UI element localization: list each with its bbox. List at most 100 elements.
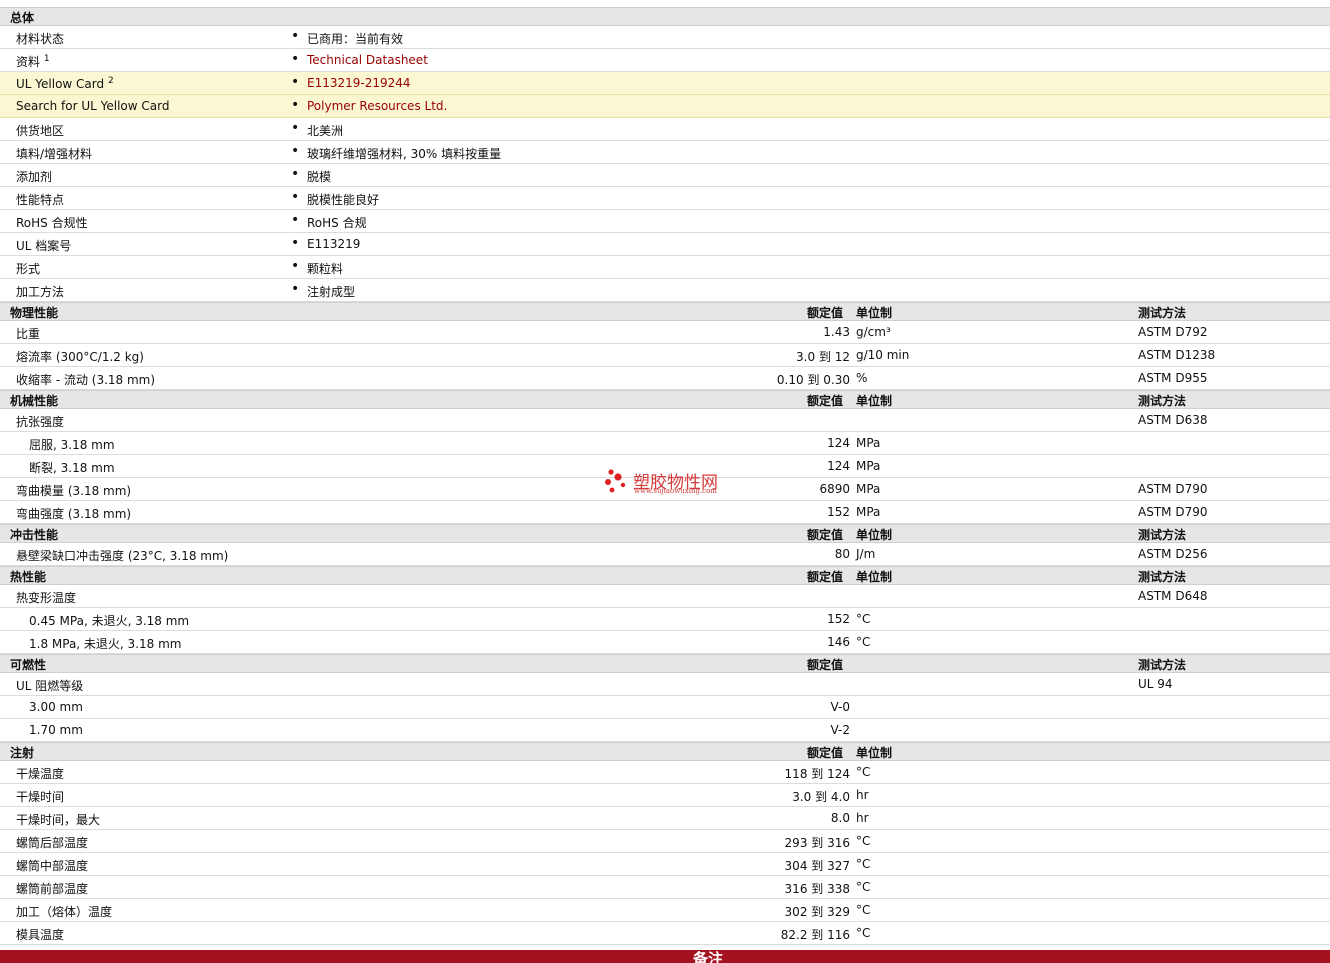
row-value-link[interactable]: Polymer Resources Ltd. <box>307 99 447 113</box>
column-header-rated: 额定值 <box>807 746 844 760</box>
section-title: 物理性能 <box>10 306 59 320</box>
section-header: 冲击性能 额定值 单位制 测试方法 <box>0 524 1330 543</box>
property-unit: °C <box>856 880 871 894</box>
row-label-text: 填料/增强材料 <box>16 147 93 161</box>
property-test-method: ASTM D792 <box>1138 325 1208 339</box>
column-header-rated: 额定值 <box>807 306 844 320</box>
property-row: 模具温度 82.2 到 116 °C <box>0 922 1330 945</box>
property-row: 屈服, 3.18 mm 124 MPa <box>0 432 1330 455</box>
section-header: 热性能 额定值 单位制 测试方法 <box>0 566 1330 585</box>
row-label: 供货地区 <box>16 122 64 139</box>
property-row: 干燥温度 118 到 124 °C <box>0 761 1330 784</box>
info-row: 形式 • 颗粒料 <box>0 256 1330 279</box>
info-row: 填料/增强材料 • 玻璃纤维增强材料, 30% 填料按重量 <box>0 141 1330 164</box>
property-unit: g/10 min <box>856 348 910 362</box>
section-header: 物理性能 额定值 单位制 测试方法 <box>0 302 1330 321</box>
property-test-method: UL 94 <box>1138 677 1173 691</box>
property-test-method: ASTM D1238 <box>1138 348 1216 362</box>
property-value: 124 <box>827 436 850 450</box>
row-label: UL 档案号 <box>16 237 71 254</box>
column-header-rated: 额定值 <box>807 394 844 408</box>
property-row: 加工（熔体）温度 302 到 329 °C <box>0 899 1330 922</box>
row-label-text: 添加剂 <box>16 170 53 184</box>
property-label: 3.00 mm <box>29 700 83 714</box>
section-title: 可燃性 <box>10 658 47 672</box>
property-label: 干燥温度 <box>16 767 65 781</box>
property-test-method: ASTM D790 <box>1138 482 1208 496</box>
property-label: 螺筒后部温度 <box>16 836 89 850</box>
column-header-test-method: 测试方法 <box>1138 394 1187 408</box>
footnote-marker: 1 <box>43 54 50 64</box>
watermark-logo: 塑胶物性网 www.sujiaowuxing.com <box>603 468 733 500</box>
property-unit: °C <box>856 926 871 940</box>
row-value: 注射成型 <box>307 285 356 299</box>
row-label: 性能特点 <box>16 191 64 208</box>
row-label: RoHS 合规性 <box>16 214 88 231</box>
property-row: 1.8 MPa, 未退火, 3.18 mm 146 °C <box>0 631 1330 654</box>
section-header-general: 总体 <box>0 7 1330 26</box>
notes-section-bar: 备注 <box>0 950 1330 963</box>
section-header: 可燃性 额定值 测试方法 <box>0 654 1330 673</box>
property-row: 螺筒后部温度 293 到 316 °C <box>0 830 1330 853</box>
row-label-text: 资料 <box>16 55 41 69</box>
column-header-test-method: 测试方法 <box>1138 306 1187 320</box>
property-label: 热变形温度 <box>16 591 77 605</box>
footnote-marker: 2 <box>107 76 114 86</box>
property-value: 146 <box>827 635 850 649</box>
property-label: 抗张强度 <box>16 415 65 429</box>
section-header: 机械性能 额定值 单位制 测试方法 <box>0 390 1330 409</box>
info-row: 供货地区 • 北美洲 <box>0 118 1330 141</box>
property-unit: % <box>856 371 868 385</box>
info-row: RoHS 合规性 • RoHS 合规 <box>0 210 1330 233</box>
row-value: RoHS 合规 <box>307 216 367 230</box>
row-value-link[interactable]: E113219-219244 <box>307 76 411 90</box>
info-row: 材料状态 • 已商用：当前有效 <box>0 26 1330 49</box>
column-header-test-method: 测试方法 <box>1138 528 1187 542</box>
property-row: 螺筒前部温度 316 到 338 °C <box>0 876 1330 899</box>
property-label: 0.45 MPa, 未退火, 3.18 mm <box>29 614 190 628</box>
info-row: 加工方法 • 注射成型 <box>0 279 1330 302</box>
property-unit: °C <box>856 612 871 626</box>
property-label: 干燥时间，最大 <box>16 813 101 827</box>
bullet-icon: • <box>291 235 300 251</box>
property-unit: MPa <box>856 436 881 450</box>
property-value: 316 到 338 <box>784 882 850 896</box>
section-header: 注射 额定值 单位制 <box>0 742 1330 761</box>
row-label-text: 加工方法 <box>16 285 65 299</box>
property-value: 304 到 327 <box>784 859 850 873</box>
row-label-text: 材料状态 <box>16 32 65 46</box>
property-value: 6890 <box>819 482 850 496</box>
column-header-unit: 单位制 <box>856 394 893 408</box>
property-unit: MPa <box>856 459 881 473</box>
property-row: 悬壁梁缺口冲击强度 (23°C, 3.18 mm) 80 J/m ASTM D256 <box>0 543 1330 566</box>
section-title: 热性能 <box>10 570 47 584</box>
row-label-text: Search for UL Yellow Card <box>16 99 170 113</box>
property-label: 屈服, 3.18 mm <box>29 438 115 452</box>
property-label: 1.8 MPa, 未退火, 3.18 mm <box>29 637 182 651</box>
info-row: 性能特点 • 脱模性能良好 <box>0 187 1330 210</box>
property-unit: °C <box>856 765 871 779</box>
property-label: 悬壁梁缺口冲击强度 (23°C, 3.18 mm) <box>16 549 229 563</box>
property-label: 螺筒前部温度 <box>16 882 89 896</box>
row-value: 颗粒料 <box>307 262 344 276</box>
red-dots-icon <box>605 469 626 493</box>
row-label: 添加剂 <box>16 168 52 185</box>
property-unit: °C <box>856 903 871 917</box>
row-label-text: 性能特点 <box>16 193 65 207</box>
property-row: 干燥时间，最大 8.0 hr <box>0 807 1330 830</box>
property-value: V-0 <box>830 700 850 714</box>
property-row: 弯曲强度 (3.18 mm) 152 MPa ASTM D790 <box>0 501 1330 524</box>
row-value-link[interactable]: Technical Datasheet <box>307 53 428 67</box>
property-unit: °C <box>856 635 871 649</box>
column-header-unit: 单位制 <box>856 746 893 760</box>
property-row: 抗张强度 ASTM D638 <box>0 409 1330 432</box>
property-test-method: ASTM D256 <box>1138 547 1208 561</box>
row-value: 北美洲 <box>307 124 344 138</box>
property-label: 比重 <box>16 327 41 341</box>
row-label-text: RoHS 合规性 <box>16 216 88 230</box>
column-header-unit: 单位制 <box>856 306 893 320</box>
column-header-test-method: 测试方法 <box>1138 570 1187 584</box>
property-row: 0.45 MPa, 未退火, 3.18 mm 152 °C <box>0 608 1330 631</box>
bullet-icon: • <box>291 74 300 90</box>
property-row: 3.00 mm V-0 <box>0 696 1330 719</box>
